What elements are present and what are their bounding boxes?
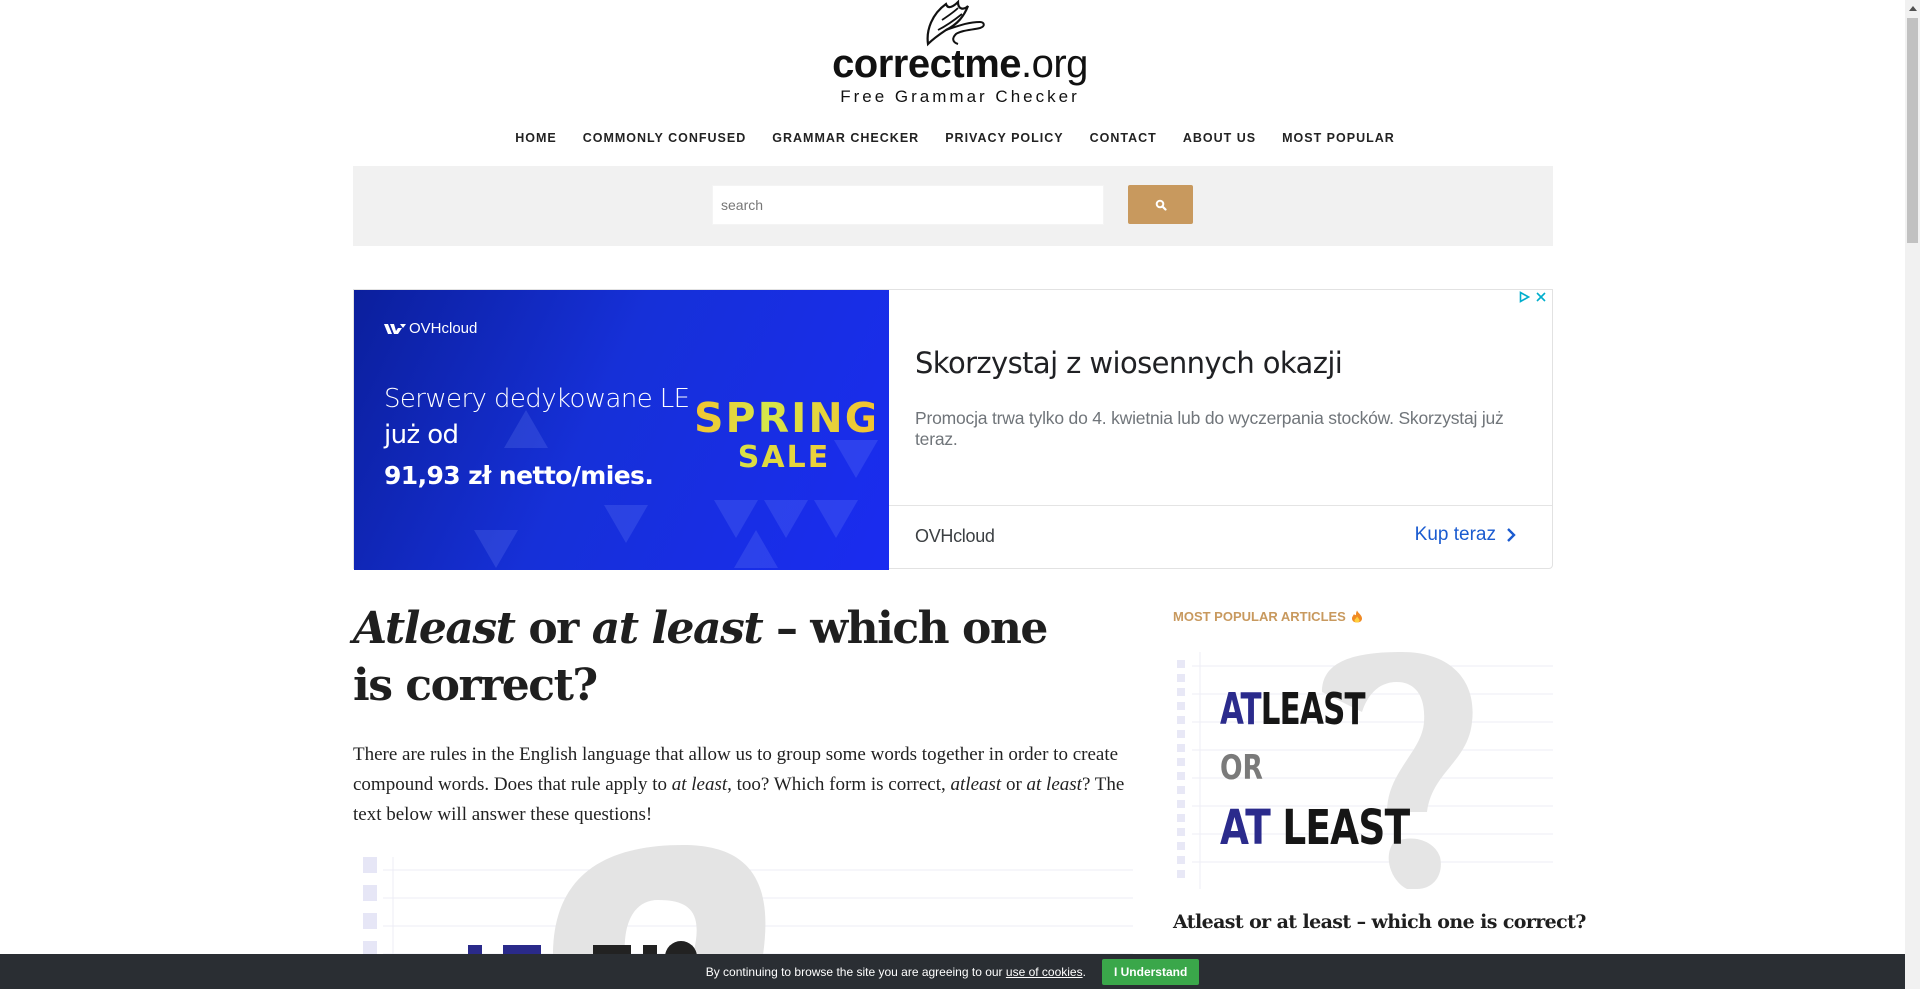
- ad-footer: OVHcloud Kup teraz: [889, 506, 1552, 568]
- site-logo[interactable]: correctme.org Free Grammar Checker: [832, 0, 1088, 106]
- scrollbar-thumb[interactable]: [1907, 18, 1918, 243]
- nav-privacy-policy[interactable]: PRIVACY POLICY: [932, 131, 1076, 145]
- ad-image-line2: już od: [384, 420, 459, 450]
- main-nav: HOME COMMONLY CONFUSED GRAMMAR CHECKER P…: [0, 131, 1910, 145]
- article-title: Atleast or at least – which one is corre…: [353, 603, 1048, 711]
- sidebar-heading: MOST POPULAR ARTICLES: [1173, 609, 1363, 624]
- feather-quill-icon: [926, 0, 985, 47]
- cookie-text: By continuing to browse the site you are…: [705, 964, 1086, 979]
- close-ad-icon[interactable]: [1536, 292, 1546, 302]
- ad-choices[interactable]: [1519, 291, 1546, 303]
- chevron-right-icon: [1507, 528, 1516, 542]
- nav-about-us[interactable]: ABOUT US: [1170, 131, 1269, 145]
- ovhcloud-logo-icon: [384, 323, 406, 334]
- advertisement[interactable]: OVHcloud Serwery dedykowane LE już od 91…: [353, 289, 1553, 570]
- popular-article-image[interactable]: ATLEAST OR AT LEAST: [1172, 652, 1553, 889]
- article-intro: There are rules in the English language …: [353, 744, 1125, 825]
- ad-cta-button[interactable]: Kup teraz: [1415, 524, 1516, 546]
- fire-icon: [1351, 610, 1362, 623]
- popular-article-title[interactable]: Atleast or at least – which one is corre…: [1173, 911, 1586, 933]
- article-featured-image: [353, 845, 1133, 955]
- ad-image-price: 91,93 zł netto/mies.: [384, 461, 654, 490]
- ad-description: Promocja trwa tylko do 4. kwietnia lub d…: [915, 408, 1504, 449]
- nav-commonly-confused[interactable]: COMMONLY CONFUSED: [570, 131, 760, 145]
- page-scrollbar[interactable]: [1905, 0, 1920, 989]
- nav-grammar-checker[interactable]: GRAMMAR CHECKER: [759, 131, 932, 145]
- site-name: correctme.org: [832, 42, 1088, 86]
- ad-badge-sale: SALE: [694, 440, 874, 475]
- nav-home[interactable]: HOME: [502, 131, 570, 145]
- cookie-consent-bar: By continuing to browse the site you are…: [0, 954, 1905, 989]
- image-word-atleast: ATLEAST: [1220, 684, 1366, 735]
- image-word-or: OR: [1220, 748, 1263, 788]
- ad-brand-logo: OVHcloud: [384, 320, 477, 337]
- accept-cookies-button[interactable]: I Understand: [1101, 958, 1200, 985]
- ad-image[interactable]: OVHcloud Serwery dedykowane LE już od 91…: [354, 290, 889, 570]
- ad-image-line1: Serwery dedykowane LE: [384, 384, 690, 414]
- nav-contact[interactable]: CONTACT: [1077, 131, 1170, 145]
- nav-most-popular[interactable]: MOST POPULAR: [1269, 131, 1408, 145]
- search-input[interactable]: [712, 185, 1104, 225]
- ad-headline[interactable]: Skorzystaj z wiosennych okazji: [915, 346, 1343, 380]
- search-button[interactable]: [1128, 185, 1193, 224]
- image-word-at-least: AT LEAST: [1220, 800, 1410, 856]
- scroll-up-arrow-icon[interactable]: [1905, 0, 1920, 17]
- search-icon: [1155, 199, 1167, 211]
- site-tagline: Free Grammar Checker: [840, 87, 1080, 106]
- ad-advertiser[interactable]: OVHcloud: [915, 526, 995, 547]
- ad-badge-spring: SPRING: [694, 394, 881, 442]
- ad-text-block[interactable]: Skorzystaj z wiosennych okazji Promocja …: [889, 290, 1552, 506]
- notebook-question-mark-image: [363, 845, 1133, 955]
- search-bar: [353, 166, 1553, 246]
- adchoices-icon[interactable]: [1519, 291, 1530, 303]
- cookie-policy-link[interactable]: use of cookies: [1006, 965, 1083, 979]
